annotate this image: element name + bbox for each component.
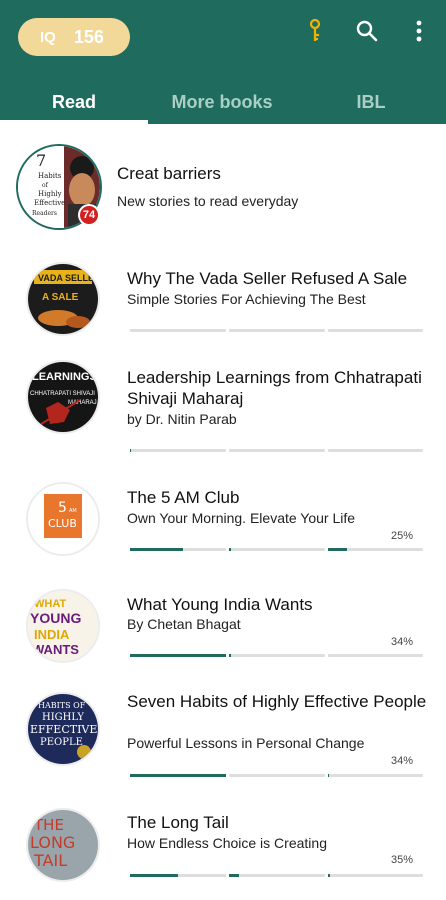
tab-more-books[interactable]: More books (148, 80, 296, 124)
progress-segment (328, 449, 423, 452)
progress-percent: 34% (390, 755, 413, 767)
cover-line: of (42, 182, 49, 189)
book-title: The Long Tail (127, 813, 229, 832)
book-item[interactable]: THE LONG TAIL The Long Tail How Endless … (0, 800, 446, 900)
cover-text: HABITS OF (38, 701, 86, 710)
book-title: Seven Habits of Highly Effective People (127, 692, 427, 711)
progress-segment (130, 774, 226, 777)
tab-read[interactable]: Read (0, 80, 148, 124)
book-subtitle: By Chetan Bhagat (127, 616, 241, 632)
cover-text: TAIL (33, 851, 67, 870)
progress-segment (229, 774, 325, 777)
cover-text: INDIA (34, 627, 70, 642)
tab-bar: Read More books IBL (0, 80, 446, 124)
cover-text: LONG (30, 833, 75, 852)
progress-percent: 34% (390, 636, 413, 648)
cover-line: Effective (34, 199, 65, 207)
book-item[interactable]: 5 AM CLUB The 5 AM Club Own Your Morning… (0, 470, 446, 580)
progress-segment (328, 874, 423, 877)
cover-text: AM (69, 508, 77, 514)
book-title: What Young India Wants (127, 595, 313, 614)
cover-text: EFFECTIVE (30, 723, 97, 736)
progress-segment (328, 654, 423, 657)
book-cover: HABITS OF HIGHLY EFFECTIVE PEOPLE (26, 692, 100, 766)
cover-text: WHAT (34, 598, 66, 610)
book-cover: 5 AM CLUB (26, 482, 100, 556)
progress-percent: 25% (390, 530, 413, 542)
book-title: Why The Vada Seller Refused A Sale (127, 269, 408, 288)
book-item[interactable]: VADA SELLER A SALE Why The Vada Seller R… (0, 250, 446, 360)
progress-segment (229, 654, 325, 657)
cover-numeral: 7 (36, 151, 46, 170)
iq-score-pill[interactable]: IQ 156 (18, 18, 130, 56)
progress-segment (328, 774, 423, 777)
book-subtitle: Powerful Lessons in Personal Change (127, 735, 365, 751)
progress-fill (328, 548, 347, 551)
book-item[interactable]: LEARNINGS CHHATRAPATI SHIVAJI MAHARAJ Le… (0, 350, 446, 460)
featured-title: Creat barriers (117, 164, 221, 183)
progress-fill (130, 449, 131, 452)
progress-segment (229, 449, 325, 452)
progress-fill (229, 874, 239, 877)
more-vert-icon[interactable] (406, 18, 432, 44)
cover-line: Readers (32, 210, 57, 217)
progress-fill (328, 874, 330, 877)
progress-segment (229, 329, 325, 332)
progress-fill (130, 874, 178, 877)
iq-value: 156 (73, 26, 104, 47)
progress-fill (328, 774, 329, 777)
book-item[interactable]: HABITS OF HIGHLY EFFECTIVE PEOPLE Seven … (0, 680, 446, 790)
notification-badge: 74 (78, 204, 100, 226)
cover-text: CHHATRAPATI SHIVAJI (30, 391, 95, 397)
key-icon[interactable] (302, 18, 328, 44)
progress-segment (328, 548, 423, 551)
cover-text: VADA SELLER (38, 273, 98, 283)
progress-segment (130, 449, 226, 452)
book-cover: THE LONG TAIL (26, 808, 100, 882)
book-subtitle: How Endless Choice is Creating (127, 835, 327, 851)
featured-story[interactable]: 7 Habits of Highly Effective Readers 74 … (0, 124, 446, 230)
progress-fill (130, 774, 226, 777)
tab-ibl[interactable]: IBL (296, 80, 446, 124)
cover-text: WANTS (32, 642, 79, 657)
cover-text: THE (33, 816, 64, 834)
book-title: Leadership Learnings from Chhatrapati Sh… (127, 368, 422, 408)
progress-fill (229, 654, 231, 657)
cover-line: Highly (38, 190, 62, 198)
cover-text: 5 (58, 500, 67, 516)
progress-segment (130, 329, 226, 332)
progress-segment (130, 874, 226, 877)
book-title: The 5 AM Club (127, 488, 240, 507)
progress-segment (229, 874, 325, 877)
book-subtitle: Simple Stories For Achieving The Best (127, 291, 366, 307)
book-subtitle: by Dr. Nitin Parab (127, 411, 237, 427)
progress-segment (130, 654, 226, 657)
progress-fill (130, 654, 226, 657)
search-icon[interactable] (354, 18, 380, 44)
progress-fill (229, 548, 231, 551)
progress-segment (229, 548, 325, 551)
progress-fill (130, 548, 183, 551)
book-item[interactable]: WHAT YOUNG INDIA WANTS What Young India … (0, 578, 446, 688)
book-subtitle: Own Your Morning. Elevate Your Life (127, 510, 356, 526)
cover-text: HIGHLY (42, 712, 84, 723)
iq-label: IQ (40, 28, 56, 46)
cover-line: Habits (38, 172, 62, 180)
book-cover: VADA SELLER A SALE (26, 262, 100, 336)
book-cover: LEARNINGS CHHATRAPATI SHIVAJI MAHARAJ (26, 360, 100, 434)
cover-text: PEOPLE (40, 737, 83, 748)
cover-text: A SALE (42, 292, 79, 303)
app-header: IQ 156 Read More books IBL (0, 0, 446, 124)
cover-text: LEARNINGS (32, 371, 97, 383)
featured-subtitle: New stories to read everyday (117, 193, 299, 209)
progress-segment (130, 548, 226, 551)
progress-segment (328, 329, 423, 332)
cover-text: CLUB (48, 517, 77, 530)
progress-percent: 35% (390, 854, 413, 866)
book-cover: WHAT YOUNG INDIA WANTS (26, 589, 100, 663)
cover-text: YOUNG (30, 610, 81, 626)
